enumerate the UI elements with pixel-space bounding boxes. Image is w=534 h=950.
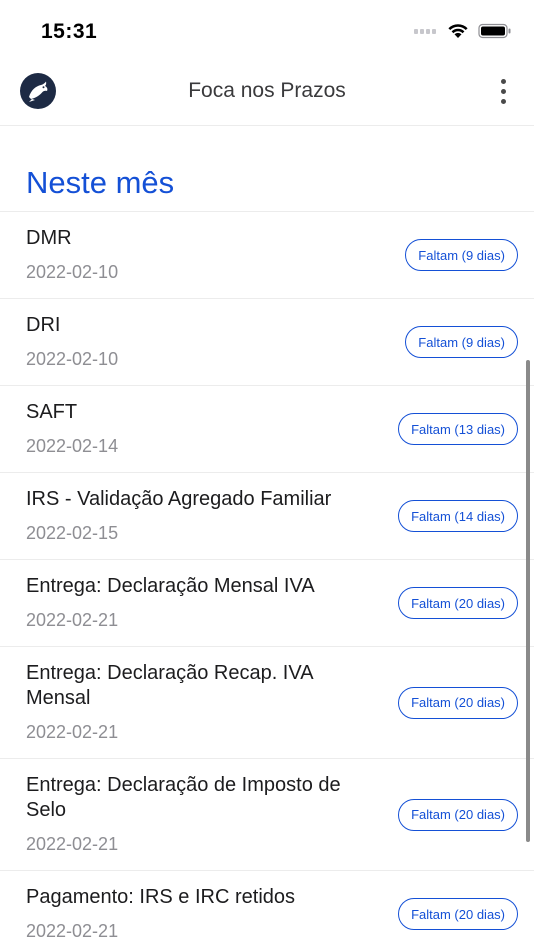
section-title: Neste mês [26,165,175,200]
more-vertical-icon-dot [500,98,506,104]
list-item[interactable]: SAFT 2022-02-14 Faltam (13 dias) [0,385,534,472]
item-title: Pagamento: IRS e IRC retidos [26,886,296,908]
scrollbar[interactable] [526,360,530,842]
app-title: Foca nos Prazos [188,79,346,102]
days-remaining-badge[interactable]: Faltam (20 dias) [398,798,518,831]
item-title: Entrega: Declaração de Imposto de Selo [26,774,341,821]
status-time: 15:31 [41,20,98,43]
days-remaining-badge[interactable]: Faltam (9 dias) [405,326,518,358]
item-title: IRS - Validação Agregado Familiar [26,488,332,510]
list-item[interactable]: Entrega: Declaração Recap. IVA Mensal 20… [0,646,534,758]
status-bar: 15:31 [0,0,534,62]
list-item[interactable]: Pagamento: IRS e IRC retidos 2022-02-21 … [0,870,534,950]
item-title: SAFT [26,401,78,423]
days-remaining-badge[interactable]: Faltam (20 dias) [398,587,518,619]
app-bar: Foca nos Prazos [0,62,534,126]
list-item[interactable]: Entrega: Declaração Mensal IVA 2022-02-2… [0,559,534,646]
days-remaining-badge[interactable]: Faltam (13 dias) [398,413,518,445]
list-item[interactable]: Entrega: Declaração de Imposto de Selo 2… [0,758,534,870]
status-icons [414,22,512,39]
item-date: 2022-02-21 [26,722,119,742]
deadline-list: DMR 2022-02-10 Faltam (9 dias) DRI 2022-… [0,211,534,950]
list-item[interactable]: IRS - Validação Agregado Familiar 2022-0… [0,472,534,559]
days-remaining-badge[interactable]: Faltam (20 dias) [398,686,518,719]
days-remaining-badge[interactable]: Faltam (14 dias) [398,500,518,532]
wifi-icon [448,24,468,38]
item-title: DMR [26,227,72,249]
days-remaining-badge[interactable]: Faltam (9 dias) [405,239,518,271]
item-title: DRI [26,314,61,336]
more-options-button[interactable] [488,75,518,107]
list-item[interactable]: DRI 2022-02-10 Faltam (9 dias) [0,298,534,385]
battery-icon [478,23,511,38]
cellular-signal-icon [414,28,436,34]
item-date: 2022-02-21 [26,834,119,854]
item-title: Entrega: Declaração Recap. IVA Mensal [26,662,313,709]
days-remaining-badge[interactable]: Faltam (20 dias) [398,898,518,930]
list-item[interactable]: DMR 2022-02-10 Faltam (9 dias) [0,211,534,298]
more-vertical-icon-dot [500,88,506,94]
more-vertical-icon-dot [500,78,506,84]
item-title: Entrega: Declaração Mensal IVA [26,575,315,597]
